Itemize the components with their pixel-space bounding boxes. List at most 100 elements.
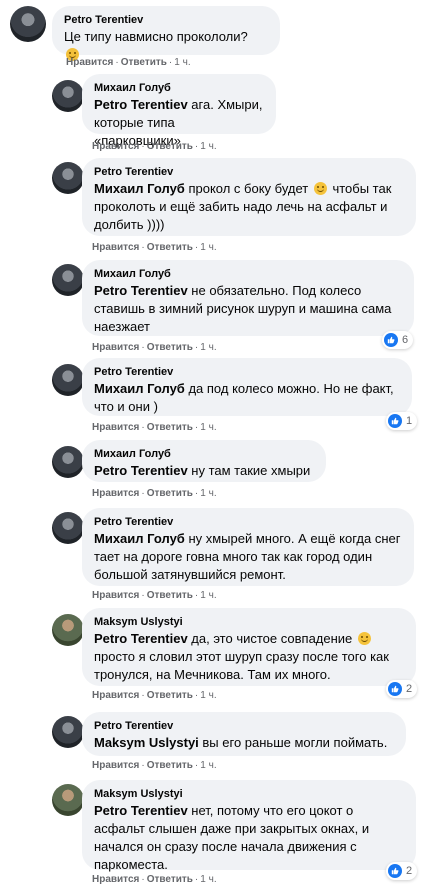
separator: · — [194, 760, 199, 771]
like-button[interactable]: Нравится — [92, 422, 139, 433]
comment-actions: Нравится · Ответить · 1 ч. — [92, 760, 217, 772]
comment-text: Михаил Голуб ну хмырей много. А ещё когд… — [94, 530, 402, 584]
separator: · — [194, 242, 199, 253]
avatar[interactable] — [52, 446, 84, 478]
reaction-badge[interactable]: 1 — [386, 412, 418, 430]
like-button[interactable]: Нравится — [92, 488, 139, 499]
separator: · — [141, 874, 145, 885]
comment-body: да, это чистое совпадение — [187, 631, 353, 646]
like-button[interactable]: Нравится — [92, 690, 139, 701]
like-button[interactable]: Нравится — [92, 590, 139, 601]
avatar[interactable] — [52, 264, 84, 296]
comment-text: Petro Terentiev да, это чистое совпадени… — [94, 630, 404, 684]
like-button[interactable]: Нравится — [92, 874, 139, 885]
reaction-count: 2 — [406, 683, 413, 695]
comment-body: Це типу навмисно прокололи? — [64, 29, 248, 44]
mention-link[interactable]: Maksym Uslystyi — [94, 735, 199, 750]
comment-author[interactable]: Михаил Голуб — [94, 267, 402, 281]
timestamp[interactable]: 1 ч. — [200, 141, 216, 152]
comment-bubble: Petro Terentiev Михаил Голуб да под коле… — [82, 358, 412, 416]
mention-link[interactable]: Михаил Голуб — [94, 181, 185, 196]
comment-actions: Нравится · Ответить · 1 ч. — [92, 488, 217, 500]
separator: · — [194, 342, 199, 353]
mention-link[interactable]: Михаил Голуб — [94, 381, 185, 396]
comment-author[interactable]: Petro Terentiev — [94, 719, 394, 733]
mention-link[interactable]: Petro Terentiev — [94, 97, 188, 112]
separator: · — [141, 242, 145, 253]
reply-button[interactable]: Ответить — [147, 242, 193, 253]
comment-author[interactable]: Михаил Голуб — [94, 447, 314, 461]
mention-link[interactable]: Petro Terentiev — [94, 803, 188, 818]
timestamp[interactable]: 1 ч. — [200, 760, 216, 771]
avatar[interactable] — [52, 364, 84, 396]
like-button[interactable]: Нравится — [92, 242, 139, 253]
timestamp[interactable]: 1 ч. — [200, 690, 216, 701]
reply-button[interactable]: Ответить — [147, 874, 193, 885]
avatar[interactable] — [52, 614, 84, 646]
separator: · — [141, 760, 145, 771]
comment-actions: Нравится · Ответить · 1 ч. — [92, 874, 217, 886]
reply-button[interactable]: Ответить — [147, 488, 193, 499]
reply-button[interactable]: Ответить — [147, 590, 193, 601]
separator: · — [194, 141, 199, 152]
comment-author[interactable]: Petro Terentiev — [94, 515, 402, 529]
mention-link[interactable]: Petro Terentiev — [94, 283, 188, 298]
like-button[interactable]: Нравится — [66, 57, 113, 68]
separator: · — [141, 488, 145, 499]
timestamp[interactable]: 1 ч. — [200, 242, 216, 253]
avatar[interactable] — [10, 6, 46, 42]
comment-author[interactable]: Maksym Uslystyi — [94, 787, 404, 801]
comment-bubble: Petro Terentiev Maksym Uslystyi вы его р… — [82, 712, 406, 756]
comment-actions: Нравится · Ответить · 1 ч. — [92, 141, 217, 153]
comment-author[interactable]: Petro Terentiev — [94, 365, 400, 379]
reply-button[interactable]: Ответить — [121, 57, 167, 68]
comment-bubble: Petro Terentiev Михаил Голуб ну хмырей м… — [82, 508, 414, 586]
separator: · — [141, 590, 145, 601]
comment-bubble: Maksym Uslystyi Petro Terentiev нет, пот… — [82, 780, 416, 872]
mention-link[interactable]: Petro Terentiev — [94, 463, 188, 478]
smiling-face-icon — [357, 632, 371, 645]
avatar[interactable] — [52, 162, 84, 194]
comment-bubble: Maksym Uslystyi Petro Terentiev да, это … — [82, 608, 416, 686]
avatar[interactable] — [52, 716, 84, 748]
separator: · — [194, 590, 199, 601]
timestamp[interactable]: 1 ч. — [200, 874, 216, 885]
comment-author[interactable]: Михаил Голуб — [94, 81, 264, 95]
reaction-badge[interactable]: 6 — [382, 331, 414, 349]
reply-button[interactable]: Ответить — [147, 342, 193, 353]
reply-button[interactable]: Ответить — [147, 141, 193, 152]
thumbs-up-icon — [388, 682, 402, 696]
reply-button[interactable]: Ответить — [147, 690, 193, 701]
reaction-badge[interactable]: 2 — [386, 680, 418, 698]
comment-text: Maksym Uslystyi вы его раньше могли пойм… — [94, 734, 394, 752]
mention-link[interactable]: Petro Terentiev — [94, 631, 188, 646]
reaction-badge[interactable]: 2 — [386, 862, 418, 880]
comment-body: прокол с боку будет — [184, 181, 309, 196]
timestamp[interactable]: 1 ч. — [174, 57, 190, 68]
like-button[interactable]: Нравится — [92, 342, 139, 353]
comment-bubble: Михаил Голуб Petro Terentiev не обязател… — [82, 260, 414, 336]
comment-bubble: Petro Terentiev Це типу навмисно проколо… — [52, 6, 280, 61]
reply-button[interactable]: Ответить — [147, 422, 193, 433]
comment-body: просто я словил этот шуруп сразу после т… — [94, 649, 389, 682]
avatar[interactable] — [52, 512, 84, 544]
timestamp[interactable]: 1 ч. — [200, 342, 216, 353]
separator: · — [141, 422, 145, 433]
comment-author[interactable]: Maksym Uslystyi — [94, 615, 404, 629]
like-button[interactable]: Нравится — [92, 760, 139, 771]
separator: · — [168, 57, 173, 68]
reaction-count: 1 — [406, 415, 413, 427]
separator: · — [194, 422, 199, 433]
timestamp[interactable]: 1 ч. — [200, 488, 216, 499]
reply-button[interactable]: Ответить — [147, 760, 193, 771]
separator: · — [115, 57, 119, 68]
like-button[interactable]: Нравится — [92, 141, 139, 152]
comment-author[interactable]: Petro Terentiev — [94, 165, 404, 179]
timestamp[interactable]: 1 ч. — [200, 422, 216, 433]
mention-link[interactable]: Михаил Голуб — [94, 531, 185, 546]
comment-actions: Нравится · Ответить · 1 ч. — [92, 590, 217, 602]
comment-author[interactable]: Petro Terentiev — [64, 13, 268, 27]
timestamp[interactable]: 1 ч. — [200, 590, 216, 601]
avatar[interactable] — [52, 80, 84, 112]
avatar[interactable] — [52, 784, 84, 816]
